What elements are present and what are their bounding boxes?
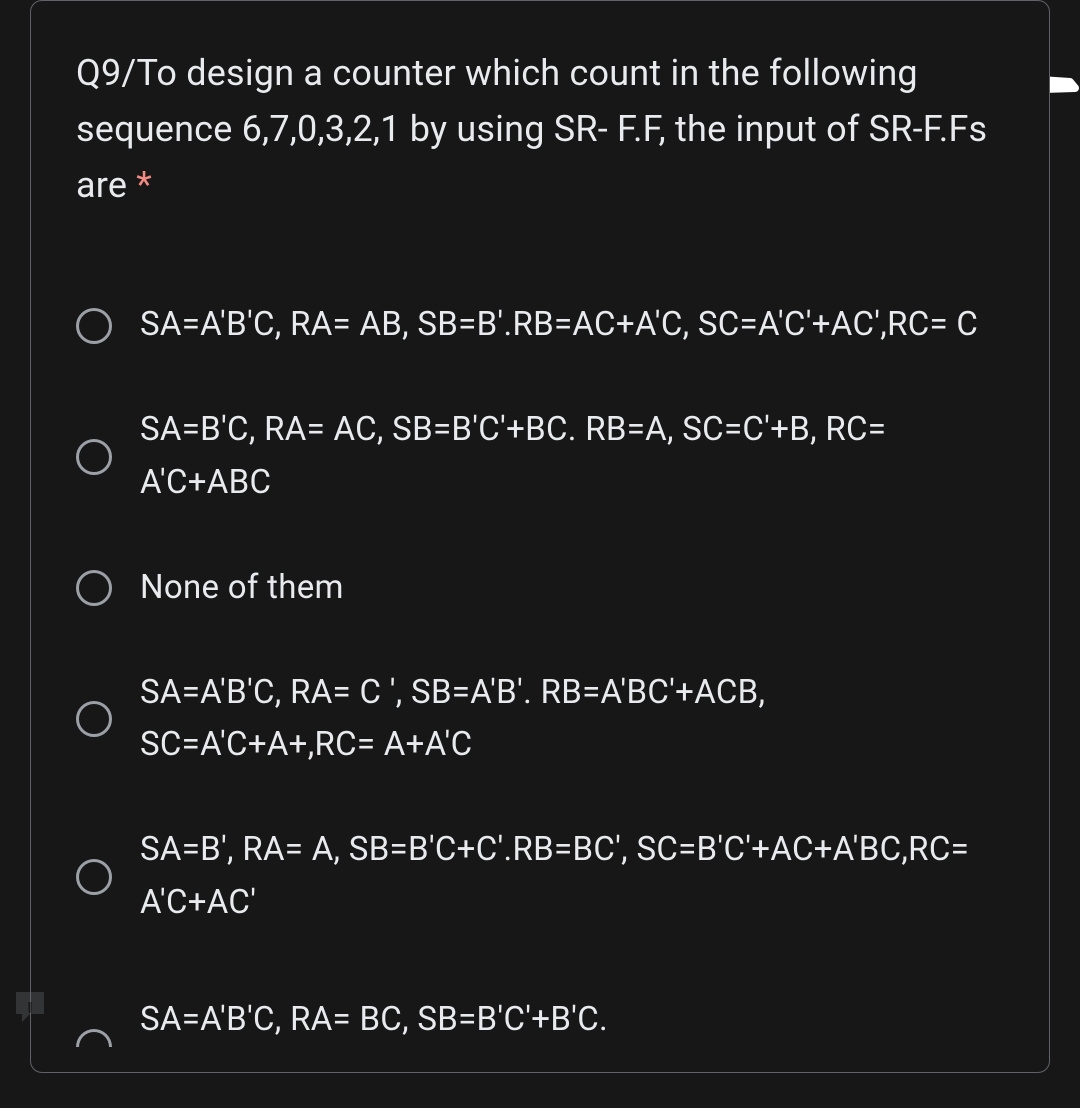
radio-icon[interactable] <box>76 308 112 344</box>
option-row[interactable]: SA=A'B'C, RA= AB, SB=B'.RB=AC+A'C, SC=A'… <box>76 281 1004 370</box>
option-row[interactable]: SA=B'C, RA= AC, SB=B'C'+BC. RB=A, SC=C'+… <box>76 386 1004 528</box>
question-text: Q9/To design a counter which count in th… <box>76 46 1004 213</box>
radio-icon[interactable] <box>76 439 112 475</box>
options-container: SA=A'B'C, RA= AB, SB=B'.RB=AC+A'C, SC=A'… <box>76 281 1004 1046</box>
option-label: SA=A'B'C, RA= C ', SB=A'B'. RB=A'BC'+ACB… <box>140 667 1004 773</box>
option-label: SA=B', RA= A, SB=B'C+C'.RB=BC', SC=B'C'+… <box>140 824 1004 930</box>
question-body: Q9/To design a counter which count in th… <box>76 52 987 206</box>
option-row[interactable]: SA=B', RA= A, SB=B'C+C'.RB=BC', SC=B'C'+… <box>76 806 1004 948</box>
option-row[interactable]: SA=A'B'C, RA= BC, SB=B'C'+B'C. <box>76 964 1004 1047</box>
option-row[interactable]: SA=A'B'C, RA= C ', SB=A'B'. RB=A'BC'+ACB… <box>76 649 1004 791</box>
radio-icon[interactable] <box>76 859 112 895</box>
radio-icon[interactable] <box>76 701 112 737</box>
option-label: SA=B'C, RA= AC, SB=B'C'+BC. RB=A, SC=C'+… <box>140 404 1004 510</box>
radio-icon[interactable] <box>76 1029 112 1047</box>
radio-icon[interactable] <box>76 570 112 606</box>
option-label: SA=A'B'C, RA= AB, SB=B'.RB=AC+A'C, SC=A'… <box>140 299 978 352</box>
question-card: Q9/To design a counter which count in th… <box>30 0 1050 1073</box>
option-label: None of them <box>140 562 344 615</box>
option-row[interactable]: None of them <box>76 544 1004 633</box>
required-asterisk: * <box>136 164 152 206</box>
option-label: SA=A'B'C, RA= BC, SB=B'C'+B'C. <box>140 994 608 1047</box>
